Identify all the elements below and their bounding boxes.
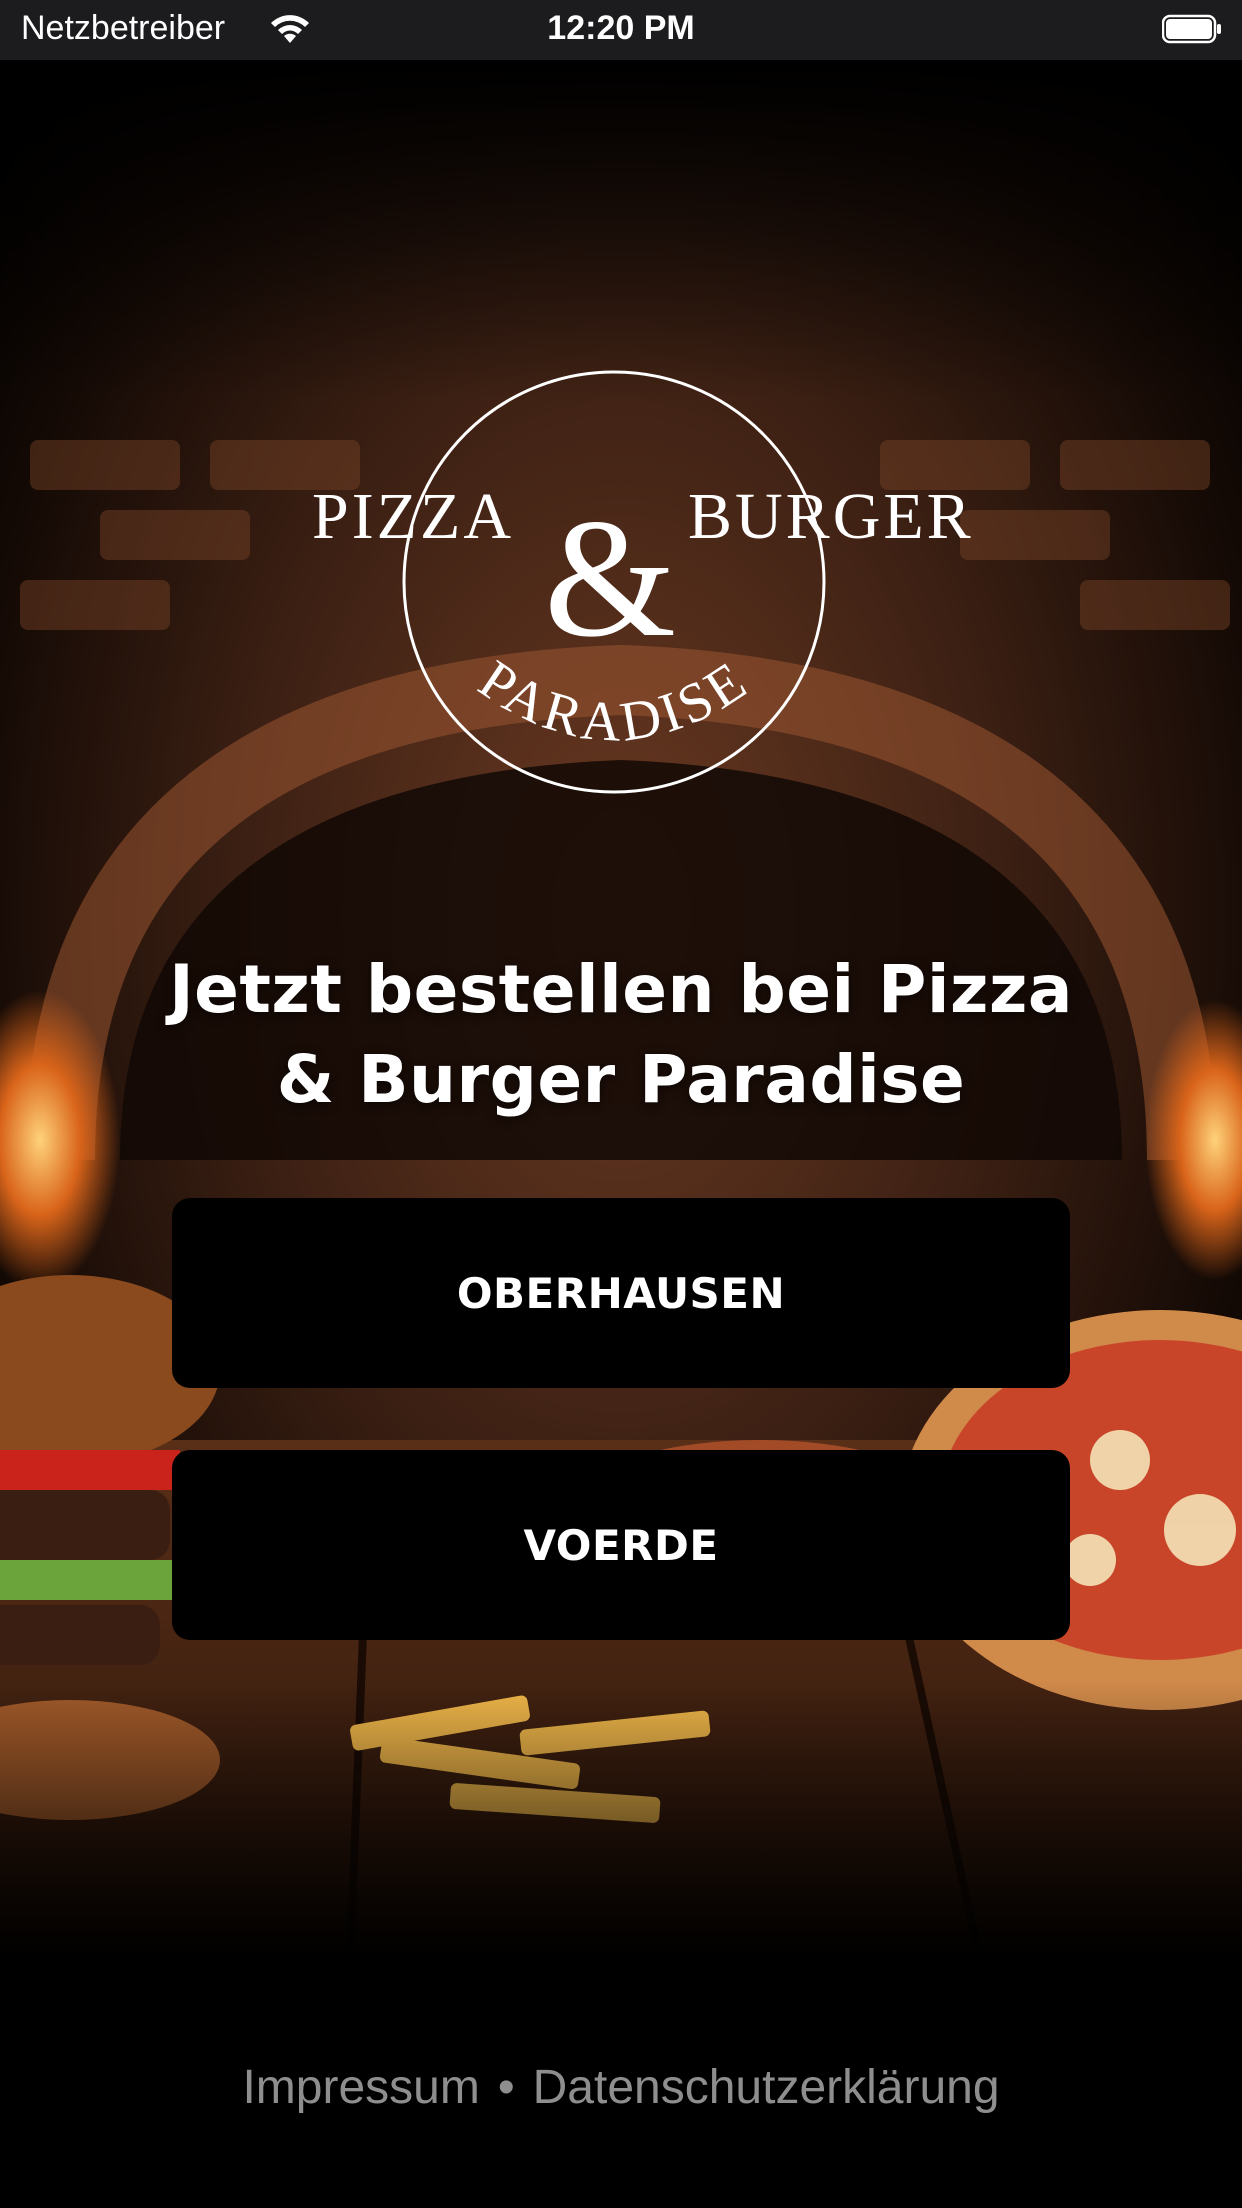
headline-line-1: Jetzt bestellen bei Pizza	[169, 951, 1073, 1028]
footer-links: Impressum • Datenschutzerklärung	[0, 2060, 1242, 2115]
order-headline: Jetzt bestellen bei Pizza & Burger Parad…	[140, 945, 1102, 1125]
battery-icon	[1162, 14, 1221, 44]
footer-separator: •	[497, 2061, 515, 2114]
impressum-link[interactable]: Impressum	[242, 2060, 479, 2115]
status-bar: Netzbetreiber 12:20 PM	[0, 0, 1242, 60]
location-button-oberhausen[interactable]: OBERHAUSEN	[172, 1198, 1070, 1388]
svg-text:BURGER: BURGER	[688, 480, 974, 553]
svg-text:&: &	[544, 484, 676, 672]
location-button-label: VOERDE	[523, 1520, 719, 1570]
headline-line-2: & Burger Paradise	[276, 1041, 966, 1118]
location-button-voerde[interactable]: VOERDE	[172, 1450, 1070, 1640]
datenschutz-link[interactable]: Datenschutzerklärung	[533, 2060, 1000, 2115]
svg-text:PIZZA: PIZZA	[312, 480, 514, 553]
app-screen: Netzbetreiber 12:20 PM PIZZA BURGER & PA…	[0, 0, 1242, 2208]
clock: 12:20 PM	[547, 9, 695, 47]
pizza-burger-paradise-logo: PIZZA BURGER & PARADISE	[312, 370, 974, 794]
location-button-label: OBERHAUSEN	[456, 1268, 786, 1318]
